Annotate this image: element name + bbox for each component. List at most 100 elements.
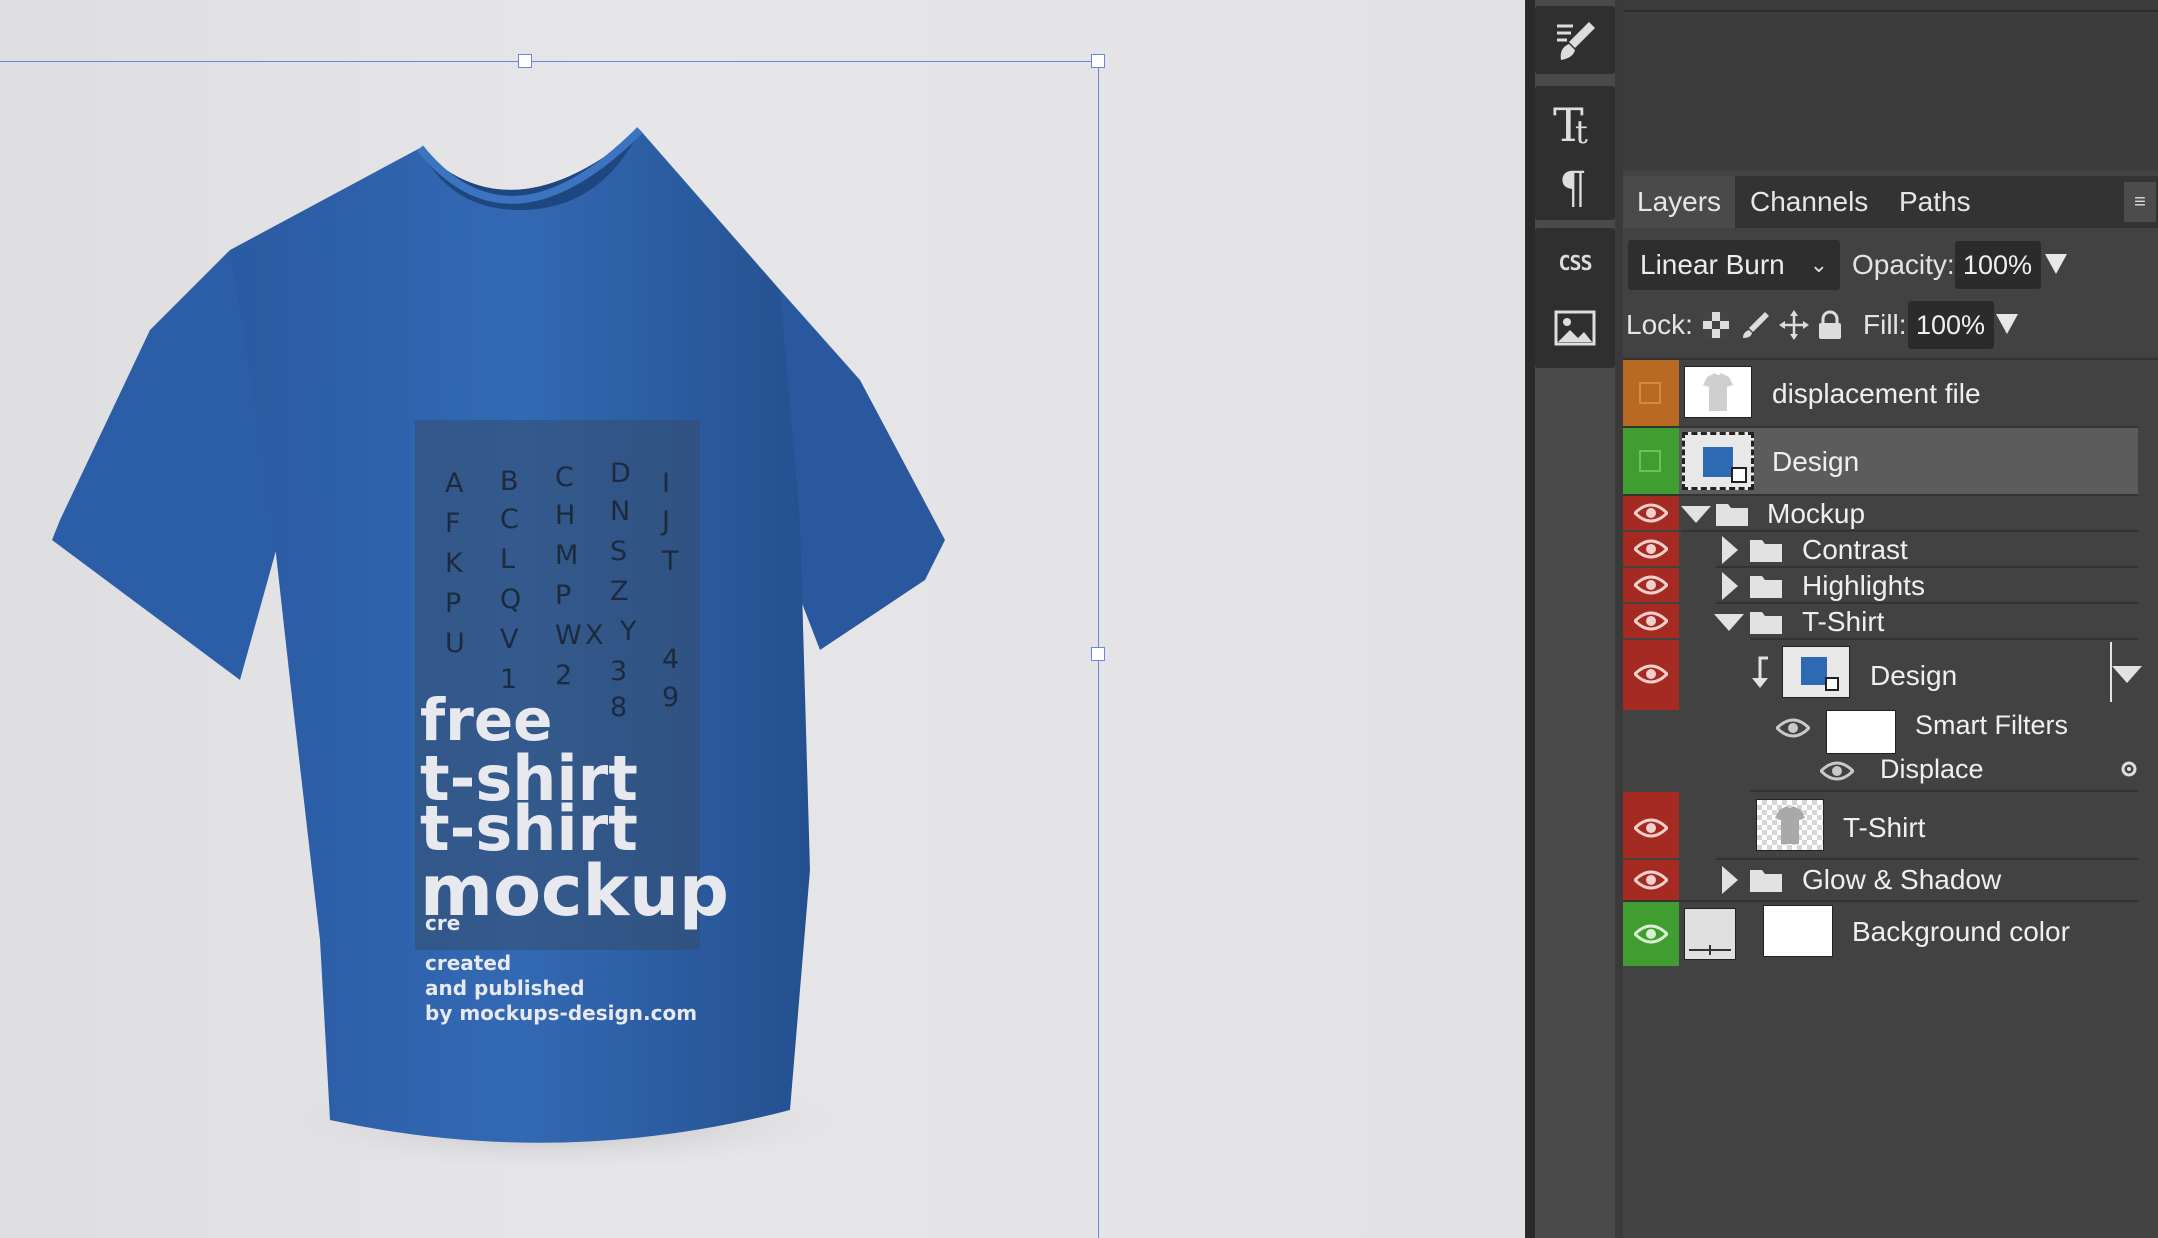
sep bbox=[1623, 900, 2138, 902]
tab-channels[interactable]: Channels bbox=[1736, 176, 1882, 228]
svg-text:9: 9 bbox=[662, 682, 679, 713]
lock-image-pixels-icon[interactable] bbox=[1741, 308, 1771, 342]
layer-thumbnail-tshirt bbox=[1756, 799, 1824, 851]
disclosure-closed-icon[interactable] bbox=[1722, 866, 1738, 894]
sep bbox=[1750, 790, 2138, 792]
visibility-off-box[interactable] bbox=[1639, 382, 1661, 404]
collapse-filters-icon[interactable] bbox=[2112, 666, 2142, 684]
sep bbox=[1716, 858, 2138, 860]
svg-text:P: P bbox=[445, 588, 461, 619]
transform-handle-top-center[interactable] bbox=[518, 54, 532, 68]
eye-icon[interactable] bbox=[1634, 539, 1668, 559]
tab-paths[interactable]: Paths bbox=[1885, 176, 1985, 228]
layer-name-mockup[interactable]: Mockup bbox=[1767, 498, 1865, 530]
sep bbox=[1716, 566, 2138, 568]
image-icon[interactable] bbox=[1535, 300, 1615, 356]
svg-text:T: T bbox=[661, 546, 679, 577]
chevron-down-icon: ⌄ bbox=[1809, 252, 1828, 277]
svg-text:created: created bbox=[425, 951, 511, 975]
tshirt-mockup-image: ABCDI FCHNJ KLMST PQPZ UVWXY 1234 89 fre… bbox=[52, 127, 945, 1170]
selection-top-edge[interactable] bbox=[0, 61, 1100, 62]
svg-text:J: J bbox=[660, 506, 670, 537]
eye-icon[interactable] bbox=[1776, 718, 1810, 738]
panel-menu-button[interactable]: ≡ bbox=[2124, 182, 2156, 222]
folder-icon bbox=[1750, 540, 1782, 562]
lock-transparent-pixels-icon[interactable] bbox=[1701, 308, 1731, 342]
eye-icon[interactable] bbox=[1634, 664, 1668, 684]
disclosure-open-icon[interactable] bbox=[1714, 614, 1744, 632]
eye-icon[interactable] bbox=[1634, 575, 1668, 595]
svg-text:S: S bbox=[610, 536, 627, 567]
eye-icon[interactable] bbox=[1634, 870, 1668, 890]
css-icon-label: CSS bbox=[1558, 251, 1592, 275]
visibility-off-box[interactable] bbox=[1639, 450, 1661, 472]
folder-icon bbox=[1750, 612, 1782, 634]
adjustment-fill-icon bbox=[1684, 908, 1736, 960]
color-swatch-green[interactable] bbox=[1623, 428, 1679, 494]
layer-name-highlights[interactable]: Highlights bbox=[1802, 570, 1925, 602]
fill-dropdown-icon[interactable] bbox=[1996, 314, 2018, 334]
opacity-dropdown-icon[interactable] bbox=[2045, 254, 2067, 274]
svg-text:mockup: mockup bbox=[420, 850, 729, 932]
disclosure-closed-icon[interactable] bbox=[1722, 536, 1738, 564]
color-swatch-orange[interactable] bbox=[1623, 360, 1679, 426]
panel-divider[interactable] bbox=[1525, 0, 1535, 1238]
layer-name-displacement[interactable]: displacement file bbox=[1772, 378, 1981, 410]
layer-name-smart-filters[interactable]: Smart Filters bbox=[1915, 710, 2068, 741]
hamburger-icon: ≡ bbox=[2134, 191, 2146, 213]
paragraph-icon[interactable]: ¶ bbox=[1535, 156, 1615, 214]
type-icon[interactable]: T t bbox=[1535, 92, 1615, 152]
svg-text:2: 2 bbox=[555, 660, 572, 691]
lock-label: Lock: bbox=[1626, 309, 1693, 340]
css-icon[interactable]: CSS bbox=[1535, 238, 1615, 288]
layer-name-background[interactable]: Background color bbox=[1852, 916, 2070, 948]
layer-name-displace[interactable]: Displace bbox=[1880, 754, 1984, 785]
sep bbox=[1750, 638, 2138, 640]
tool-strip-gap bbox=[1615, 0, 1623, 1238]
eye-icon[interactable] bbox=[1820, 761, 1854, 781]
disclosure-closed-icon[interactable] bbox=[1722, 572, 1738, 600]
opacity-input[interactable]: 100% bbox=[1955, 241, 2041, 289]
folder-icon bbox=[1716, 504, 1748, 526]
lock-position-icon[interactable] bbox=[1779, 308, 1809, 342]
sep bbox=[1623, 494, 2138, 496]
tab-layers[interactable]: Layers bbox=[1623, 176, 1736, 228]
layer-name-contrast[interactable]: Contrast bbox=[1802, 534, 1908, 566]
svg-text:Q: Q bbox=[500, 584, 521, 615]
sep bbox=[1716, 602, 2138, 604]
svg-text:X: X bbox=[585, 620, 604, 651]
layer-name-tshirt-group[interactable]: T-Shirt bbox=[1802, 606, 1884, 638]
clipping-mask-arrow-icon bbox=[1752, 656, 1768, 688]
svg-text:V: V bbox=[500, 624, 519, 655]
eye-icon[interactable] bbox=[1634, 611, 1668, 631]
fill-input[interactable]: 100% bbox=[1908, 301, 1994, 349]
eye-icon[interactable] bbox=[1634, 503, 1668, 523]
svg-text:cre: cre bbox=[425, 911, 460, 935]
layer-name-design-top[interactable]: Design bbox=[1772, 446, 1859, 478]
svg-text:C: C bbox=[500, 504, 519, 535]
blend-mode-select[interactable]: Linear Burn ⌄ bbox=[1628, 240, 1840, 290]
svg-text:N: N bbox=[610, 496, 630, 527]
svg-text:by mockups-design.com: by mockups-design.com bbox=[425, 1001, 697, 1025]
document-canvas[interactable]: ABCDI FCHNJ KLMST PQPZ UVWXY 1234 89 fre… bbox=[0, 0, 1525, 1238]
sep bbox=[1681, 530, 2138, 532]
layer-name-glow-shadow[interactable]: Glow & Shadow bbox=[1802, 864, 2001, 896]
layer-name-design-inner[interactable]: Design bbox=[1870, 660, 1957, 692]
layer-name-tshirt-layer[interactable]: T-Shirt bbox=[1843, 812, 1925, 844]
svg-text:U: U bbox=[445, 628, 465, 659]
opacity-label: Opacity: bbox=[1852, 249, 1955, 280]
layer-thumbnail-design-inner bbox=[1782, 646, 1850, 698]
lock-all-icon[interactable] bbox=[1815, 308, 1845, 342]
eye-icon[interactable] bbox=[1634, 818, 1668, 838]
eye-icon[interactable] bbox=[1634, 924, 1668, 944]
svg-text:H: H bbox=[555, 500, 575, 531]
disclosure-open-icon[interactable] bbox=[1681, 506, 1711, 524]
transform-handle-middle-right[interactable] bbox=[1091, 647, 1105, 661]
svg-text:4: 4 bbox=[662, 644, 679, 675]
smart-filter-mask-thumbnail bbox=[1826, 710, 1896, 754]
brush-settings-icon[interactable] bbox=[1535, 12, 1615, 68]
transform-handle-top-right[interactable] bbox=[1091, 54, 1105, 68]
svg-text:Y: Y bbox=[619, 616, 637, 647]
filter-blending-options-icon[interactable] bbox=[2120, 760, 2138, 778]
fill-label: Fill: bbox=[1863, 309, 1907, 340]
